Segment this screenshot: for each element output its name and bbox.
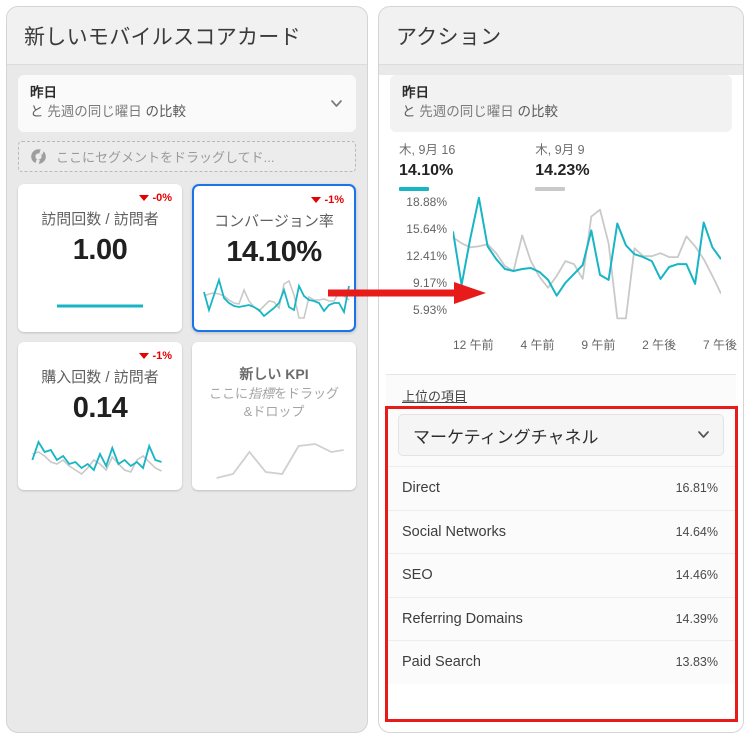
right-date-range-comparison: と 先週の同じ曜日 の比較 xyxy=(402,102,720,122)
kpi-grid: -0% 訪問回数 / 訪問者 1.00 -1% コンバージョン率 14.10% xyxy=(18,184,356,490)
item-percent: 14.39% xyxy=(675,611,718,626)
list-item[interactable]: Referring Domains 14.39% xyxy=(386,596,736,641)
kpi-delta: -1% xyxy=(139,350,172,362)
chevron-down-icon[interactable] xyxy=(698,431,709,438)
kpi-name: コンバージョン率 xyxy=(214,213,334,230)
right-date-range-primary: 昨日 xyxy=(402,85,429,100)
legend-swatch-current xyxy=(399,187,429,191)
top-items-rows: Direct 16.81% Social Networks 14.64% SEO… xyxy=(386,466,736,684)
x-tick-label: 7 午後 xyxy=(702,338,737,352)
triangle-down-icon xyxy=(139,195,150,201)
kpi-value: 14.10% xyxy=(226,236,322,268)
actions-panel: アクション 昨日 と 先週の同じ曜日 の比較 木, 9月 16 14.10% 木… xyxy=(378,6,744,733)
date-range-selector[interactable]: 昨日 と 先週の同じ曜日 の比較 xyxy=(18,75,356,132)
chevron-down-icon[interactable] xyxy=(331,99,342,107)
list-item[interactable]: Direct 16.81% xyxy=(386,466,736,510)
legend-value: 14.23% xyxy=(535,162,590,179)
item-name: Direct xyxy=(402,480,440,497)
segment-drop-placeholder: ここにセグメントをドラッグしてド... xyxy=(56,150,275,165)
mobile-scorecard-panel: 新しいモバイルスコアカード 昨日 と 先週の同じ曜日 の比較 ここにセグメントを… xyxy=(6,6,368,733)
list-item[interactable]: Social Networks 14.64% xyxy=(386,509,736,554)
x-tick-label: 4 午前 xyxy=(520,338,555,352)
page-title: 新しいモバイルスコアカード xyxy=(24,25,301,49)
date-range-prefix: と xyxy=(30,104,48,119)
date-range-primary: 昨日 xyxy=(30,85,57,100)
kpi-sparkline xyxy=(18,272,182,326)
trend-chart: 木, 9月 16 14.10% 木, 9月 9 14.23% 18.88% 15… xyxy=(379,142,743,374)
date-range-suffix: の比較 xyxy=(141,104,187,119)
x-tick-label: 9 午前 xyxy=(581,338,616,352)
right-date-range-suffix: の比較 xyxy=(513,104,559,119)
kpi-delta-value: -1% xyxy=(152,350,172,362)
kpi-card-conversion-rate[interactable]: -1% コンバージョン率 14.10% xyxy=(192,184,356,332)
segment-icon xyxy=(30,148,47,166)
legend-value: 14.10% xyxy=(399,162,454,179)
legend-date: 木, 9月 16 xyxy=(399,143,456,157)
right-panel-title: アクション xyxy=(396,25,502,49)
chart-x-axis: 12 午前 4 午前 9 午前 2 午後 7 午後 xyxy=(453,336,737,353)
kpi-delta: -1% xyxy=(311,194,344,206)
kpi-value: 0.14 xyxy=(72,392,128,424)
placeholder-sub-italic: 指標 xyxy=(247,386,274,401)
placeholder-sparkline xyxy=(192,430,356,484)
dimension-select[interactable]: マーケティングチャネル xyxy=(398,414,724,456)
kpi-name: 購入回数 / 訪問者 xyxy=(41,369,159,386)
date-range-comparison: と 先週の同じ曜日 の比較 xyxy=(30,102,344,122)
legend-item-current: 木, 9月 16 14.10% xyxy=(399,142,455,191)
right-panel-header: アクション xyxy=(379,7,743,65)
y-tick-label: 15.64% xyxy=(406,222,447,236)
legend-date: 木, 9月 9 xyxy=(535,143,585,157)
chart-legend: 木, 9月 16 14.10% 木, 9月 9 14.23% xyxy=(379,142,743,191)
kpi-sparkline xyxy=(194,270,354,324)
screenshot-root: 新しいモバイルスコアカード 昨日 と 先週の同じ曜日 の比較 ここにセグメントを… xyxy=(0,0,750,739)
placeholder-subtitle: ここに指標をドラッグ&ドロップ xyxy=(192,385,356,421)
left-panel-header: 新しいモバイルスコアカード xyxy=(7,7,367,65)
item-percent: 16.81% xyxy=(675,481,718,496)
item-name: Social Networks xyxy=(402,523,506,540)
date-range-middle: 先週の同じ曜日 xyxy=(47,104,142,119)
y-tick-label: 5.93% xyxy=(412,303,447,317)
top-items-label: 上位の項目 xyxy=(402,389,468,404)
item-name: SEO xyxy=(402,567,433,584)
item-percent: 13.83% xyxy=(675,655,718,670)
kpi-name: 訪問回数 / 訪問者 xyxy=(41,211,159,228)
kpi-card-new-placeholder[interactable]: 新しい KPI ここに指標をドラッグ&ドロップ xyxy=(192,342,356,490)
chart-series-svg xyxy=(453,196,721,320)
dimension-select-value: マーケティングチャネル xyxy=(413,427,599,447)
y-tick-label: 18.88% xyxy=(406,195,447,209)
legend-item-comparison: 木, 9月 9 14.23% xyxy=(535,142,590,191)
legend-swatch-comparison xyxy=(535,187,566,191)
item-name: Paid Search xyxy=(402,654,481,671)
right-date-range-middle: 先週の同じ曜日 xyxy=(419,104,514,119)
kpi-delta-value: -0% xyxy=(152,192,172,204)
item-percent: 14.64% xyxy=(675,524,718,539)
list-item[interactable]: Paid Search 13.83% xyxy=(386,640,736,684)
list-item[interactable]: SEO 14.46% xyxy=(386,553,736,597)
kpi-delta-value: -1% xyxy=(324,194,344,206)
right-date-range-selector[interactable]: 昨日 と 先週の同じ曜日 の比較 xyxy=(390,75,732,132)
chart-plot-area: 18.88% 15.64% 12.41% 9.17% 5.93% 12 午前 4… xyxy=(379,195,743,353)
x-tick-label: 2 午後 xyxy=(642,338,677,352)
x-tick-label: 12 午前 xyxy=(453,338,494,352)
kpi-sparkline xyxy=(18,430,182,484)
right-date-range-prefix: と xyxy=(402,104,420,119)
placeholder-sub-part1: ここに xyxy=(208,386,248,401)
kpi-delta: -0% xyxy=(139,192,172,204)
item-name: Referring Domains xyxy=(402,610,523,627)
placeholder-title: 新しい KPI xyxy=(239,366,309,382)
segment-drop-zone[interactable]: ここにセグメントをドラッグしてド... xyxy=(18,141,356,172)
kpi-value: 1.00 xyxy=(72,234,128,266)
kpi-card-orders-per-visitor[interactable]: -1% 購入回数 / 訪問者 0.14 xyxy=(18,342,182,490)
right-panel-body: 昨日 と 先週の同じ曜日 の比較 木, 9月 16 14.10% 木, 9月 9… xyxy=(379,75,743,732)
triangle-down-icon xyxy=(139,353,150,359)
y-tick-label: 12.41% xyxy=(406,249,447,263)
triangle-down-icon xyxy=(311,197,322,203)
kpi-card-visits-per-visitor[interactable]: -0% 訪問回数 / 訪問者 1.00 xyxy=(18,184,182,332)
item-percent: 14.46% xyxy=(675,568,718,583)
top-items-section: 上位の項目 マーケティングチャネル Direct 16.81% Social N… xyxy=(386,374,736,684)
y-tick-label: 9.17% xyxy=(412,276,447,290)
